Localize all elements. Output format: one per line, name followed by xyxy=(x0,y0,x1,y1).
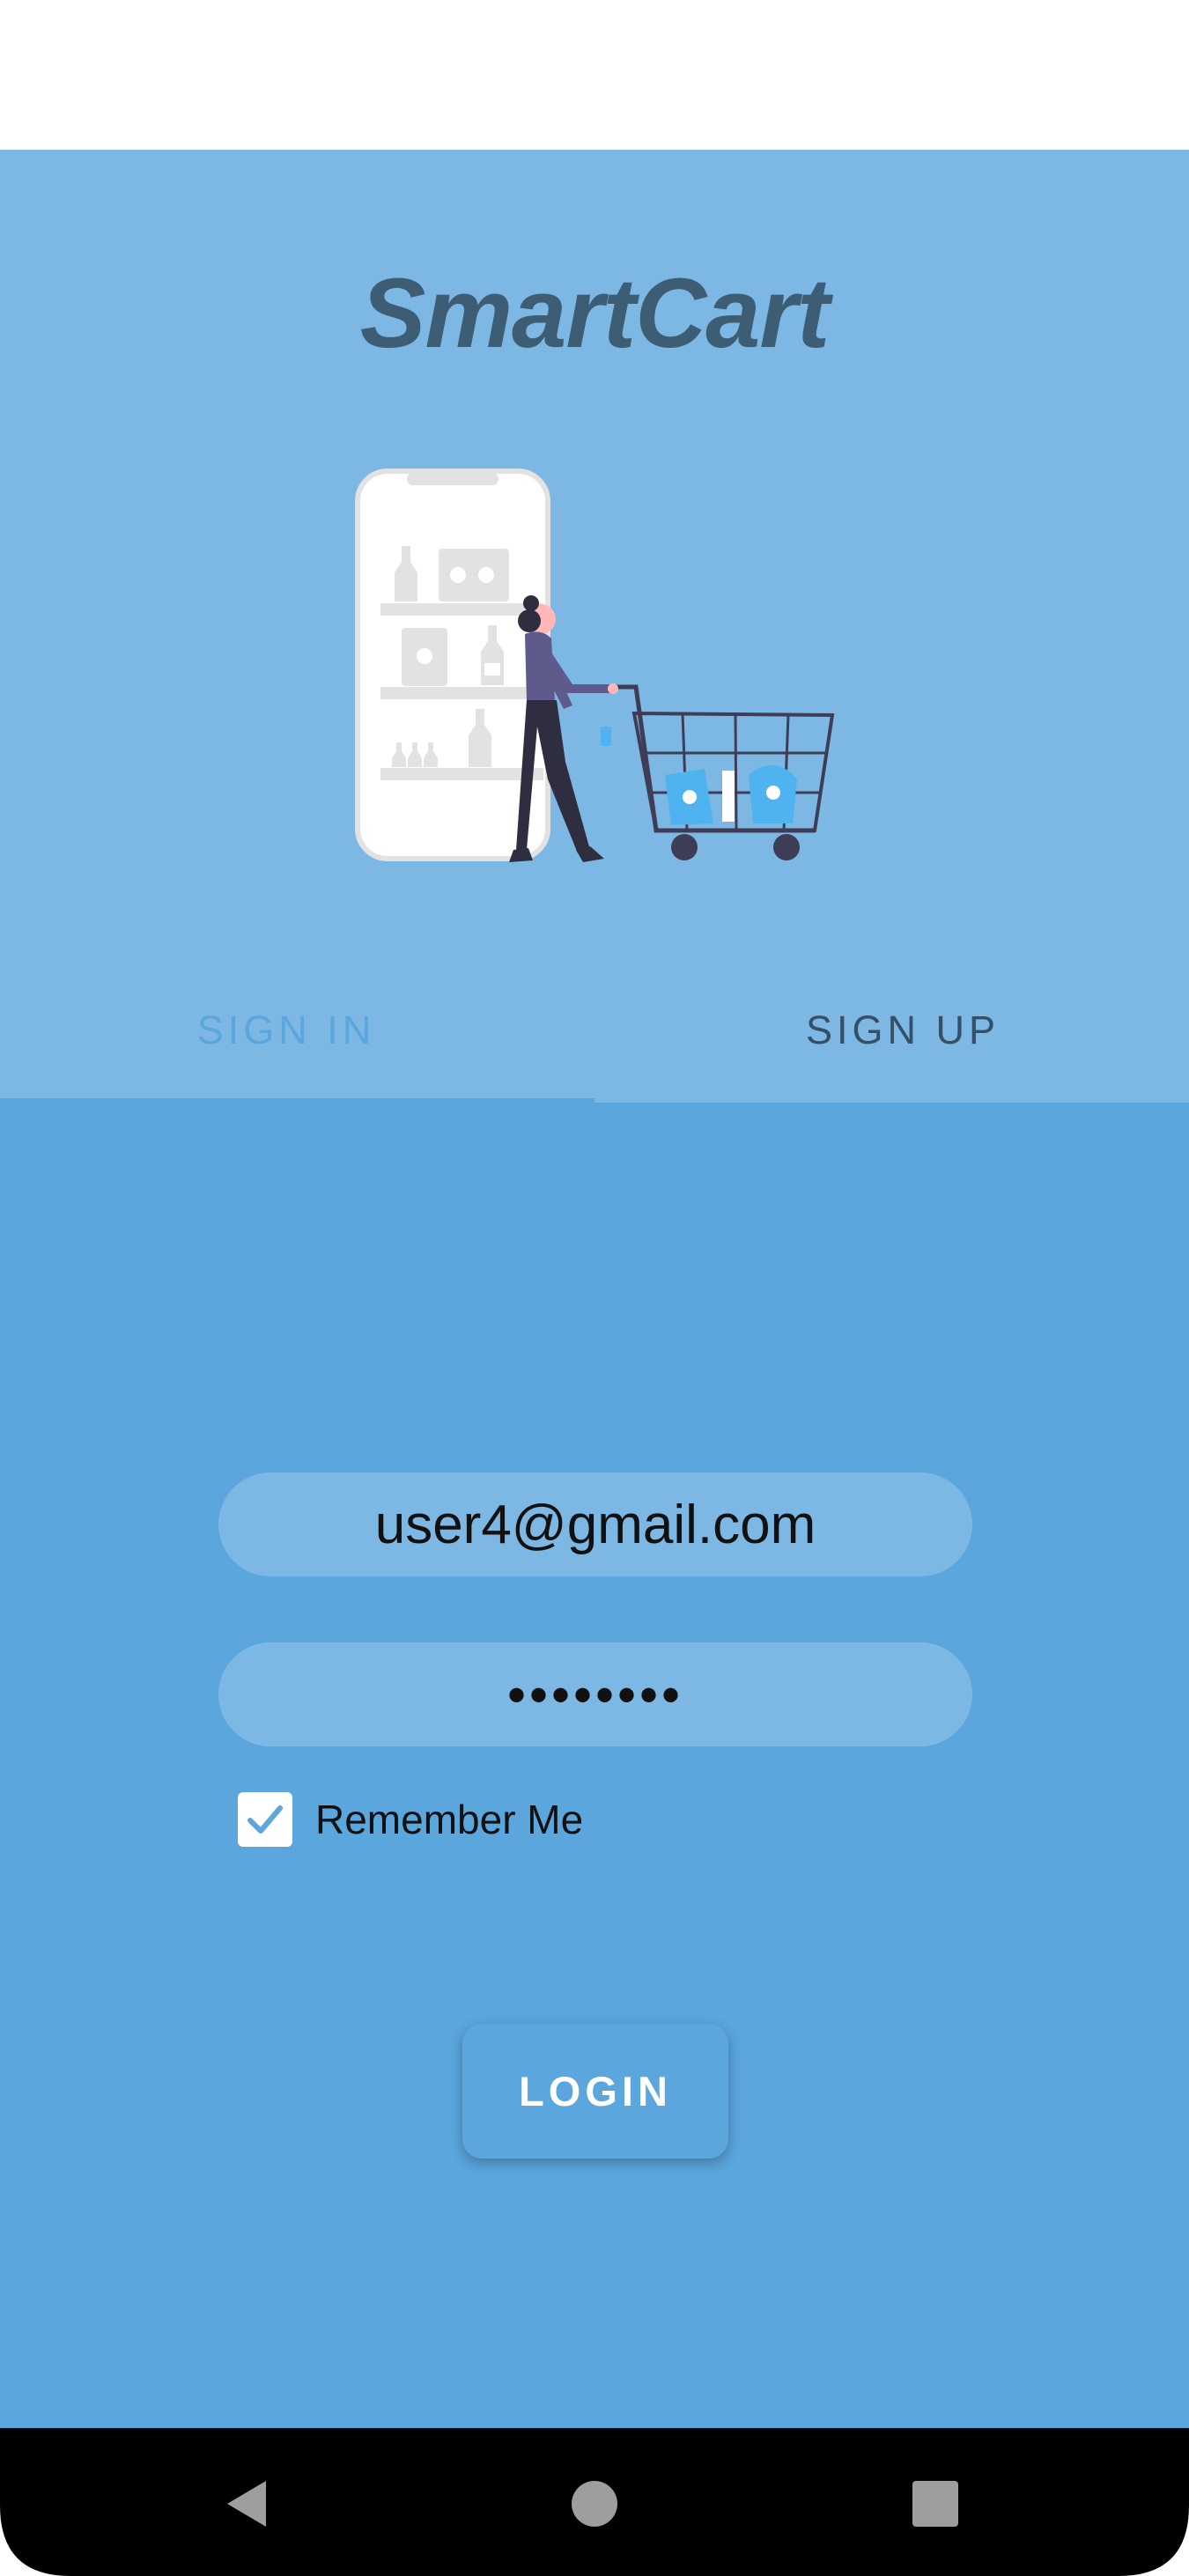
cart-wheel-1 xyxy=(671,834,698,860)
checkmark-icon xyxy=(247,1805,283,1834)
shelf-3 xyxy=(380,768,543,780)
form-panel xyxy=(0,1103,1189,2428)
cart-wheel-2 xyxy=(773,834,800,860)
remember-me-label: Remember Me xyxy=(315,1797,584,1842)
login-button[interactable]: LOGIN xyxy=(462,2024,728,2159)
status-bar xyxy=(0,0,1189,150)
back-triangle-icon[interactable] xyxy=(220,2476,277,2532)
phone-notch xyxy=(407,473,498,485)
shelf-2 xyxy=(380,687,543,699)
email-field[interactable] xyxy=(218,1473,972,1576)
checkbox-checked-icon[interactable] xyxy=(238,1792,292,1847)
tab-sign-up[interactable]: SIGN UP xyxy=(617,995,1189,1066)
small-bottles xyxy=(392,742,438,767)
shelf-1 xyxy=(380,603,543,616)
cart-item-2 xyxy=(722,771,735,822)
app-title: SmartCart xyxy=(359,258,831,368)
shopping-illustration xyxy=(355,469,835,862)
remember-me-checkbox[interactable]: Remember Me xyxy=(238,1791,583,1848)
password-field[interactable] xyxy=(218,1642,972,1746)
screen-corner-left xyxy=(0,2506,70,2576)
system-nav-bar xyxy=(0,2428,1189,2576)
woman-legs xyxy=(516,700,590,853)
screen-corner-right xyxy=(1119,2506,1189,2576)
home-circle-icon[interactable] xyxy=(566,2476,623,2532)
bag-1 xyxy=(439,549,509,602)
tab-sign-in[interactable]: SIGN IN xyxy=(0,995,572,1066)
recent-square-icon[interactable] xyxy=(907,2476,964,2532)
phone-frame xyxy=(355,469,550,861)
